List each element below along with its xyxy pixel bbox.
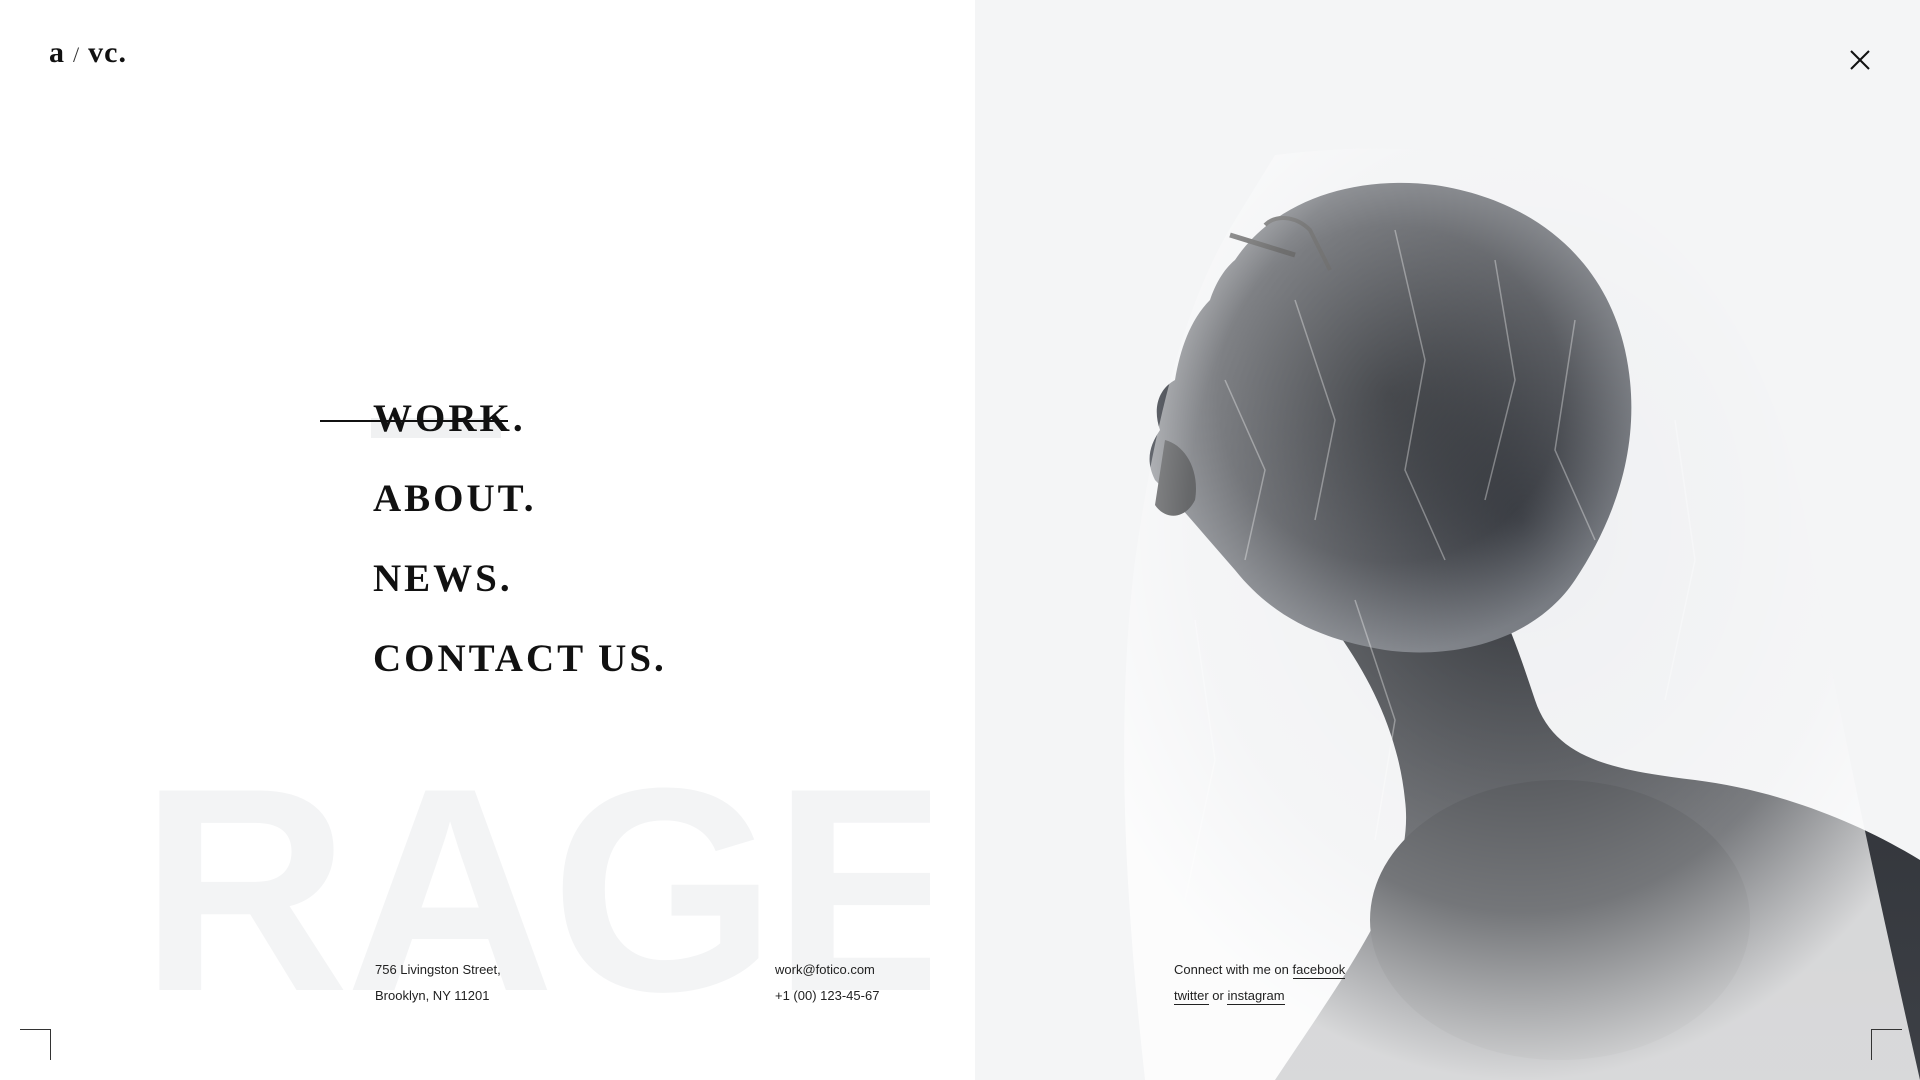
menu-item-label: NEWS.	[373, 557, 513, 600]
logo-part1: a	[49, 36, 65, 69]
menu-item-contact[interactable]: CONTACT US.	[373, 632, 667, 712]
close-button[interactable]	[1846, 46, 1874, 74]
contact-block: work@fotico.com +1 (00) 123-45-67	[775, 957, 879, 1009]
social-line2: twitter or instagram	[1174, 983, 1345, 1009]
social-intro: Connect with me on	[1174, 962, 1289, 977]
menu-item-label: ABOUT.	[373, 477, 537, 520]
logo-part2: vc.	[88, 36, 127, 69]
menu-item-about[interactable]: ABOUT.	[373, 472, 667, 552]
logo-slash: /	[73, 42, 81, 67]
facebook-link[interactable]: facebook	[1292, 962, 1346, 979]
social-or: or	[1212, 988, 1224, 1003]
menu-item-work[interactable]: WORK.	[320, 392, 667, 472]
social-block: Connect with me on facebook twitter or i…	[1174, 957, 1346, 1009]
close-icon	[1850, 50, 1870, 70]
address-block: 756 Livingston Street, Brooklyn, NY 1120…	[375, 957, 501, 1009]
instagram-link[interactable]: instagram	[1227, 988, 1285, 1005]
social-line1: Connect with me on facebook	[1174, 957, 1346, 983]
menu-item-news[interactable]: NEWS.	[373, 552, 667, 632]
menu-item-label: WORK.	[373, 397, 526, 440]
main-menu: WORK. ABOUT. NEWS. CONTACT US.	[320, 392, 667, 712]
hero-photo	[1124, 148, 1920, 1080]
address-line2: Brooklyn, NY 11201	[375, 988, 490, 1003]
site-logo[interactable]: a / vc.	[49, 36, 127, 70]
photo-panel	[975, 0, 1920, 1080]
address-line1: 756 Livingston Street,	[375, 962, 501, 977]
contact-email[interactable]: work@fotico.com	[775, 957, 879, 983]
menu-item-label: CONTACT US.	[373, 637, 667, 680]
menu-panel: a / vc. RAGE WORK. ABOUT. NEWS. CONTACT US…	[0, 0, 975, 1080]
corner-mark-right	[1871, 1029, 1902, 1060]
active-strike-line	[320, 420, 508, 422]
corner-mark-left	[20, 1029, 51, 1060]
contact-phone[interactable]: +1 (00) 123-45-67	[775, 983, 879, 1009]
twitter-link[interactable]: twitter	[1174, 988, 1209, 1005]
